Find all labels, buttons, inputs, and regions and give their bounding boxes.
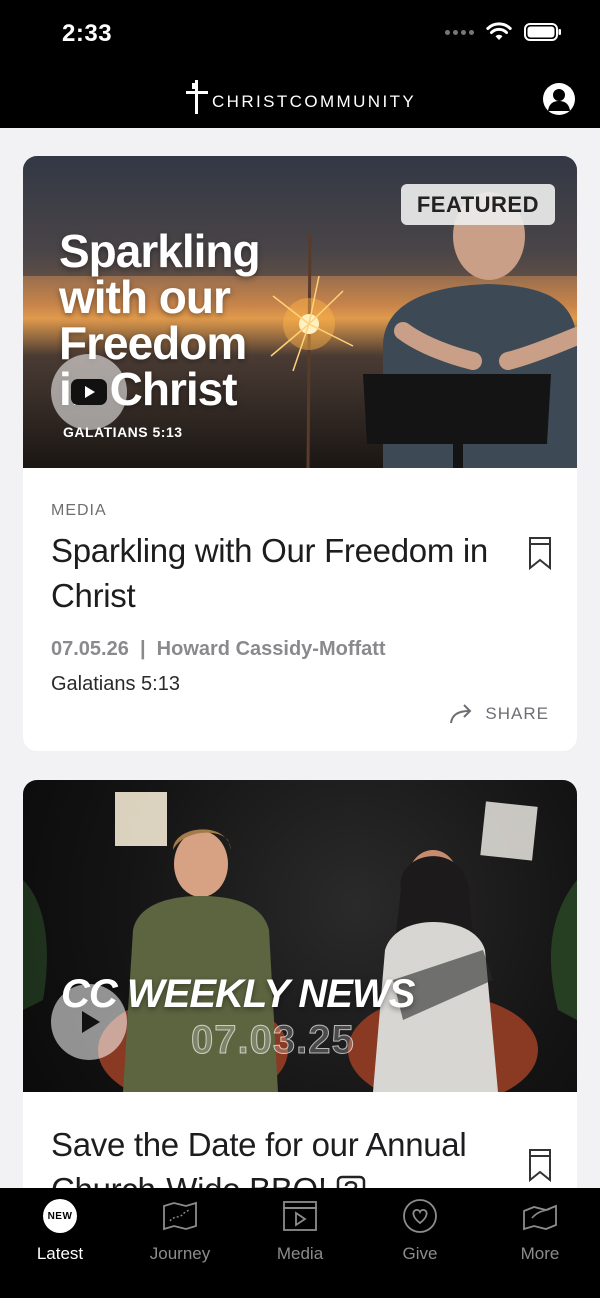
status-icons <box>445 22 562 42</box>
card-scripture: Galatians 5:13 <box>51 673 180 695</box>
tab-more[interactable]: More <box>480 1188 600 1298</box>
share-arrow-icon <box>450 704 472 724</box>
card-title[interactable]: Save the Date for our Annual Church-Wide… <box>51 1122 541 1188</box>
status-bar: 2:33 <box>0 0 600 70</box>
tab-latest[interactable]: NEW Latest <box>0 1188 120 1298</box>
cross-logo-icon <box>186 80 208 114</box>
play-icon <box>82 1011 100 1033</box>
news-thumbnail[interactable]: CC WEEKLY NEWS 07.03.25 <box>23 780 577 1092</box>
featured-badge: FEATURED <box>400 184 555 225</box>
battery-icon <box>524 23 561 41</box>
church-logo[interactable]: CHRISTCOMMUNITY <box>186 80 416 114</box>
card-title[interactable]: Sparkling with Our Freedom in Christ <box>51 528 541 618</box>
profile-button[interactable] <box>543 83 575 115</box>
news-art-date: 07.03.25 <box>191 1018 355 1063</box>
map-icon <box>162 1196 198 1236</box>
status-time: 2:33 <box>62 20 113 47</box>
featured-media-card[interactable]: Sparkling with our Freedom in Christ GAL… <box>23 156 577 751</box>
share-label: SHARE <box>485 704 549 723</box>
sermon-thumbnail[interactable]: Sparkling with our Freedom in Christ GAL… <box>23 156 577 468</box>
bookmark-icon <box>529 1149 551 1183</box>
tab-give[interactable]: Give <box>360 1188 480 1298</box>
more-map-icon <box>522 1196 558 1236</box>
card-body: MEDIA Sparkling with Our Freedom in Chri… <box>23 502 577 696</box>
bottom-tab-bar: NEW Latest Journey Media Give More <box>0 1188 600 1298</box>
new-badge-icon: NEW <box>43 1196 77 1236</box>
share-button[interactable]: SHARE <box>449 703 549 725</box>
news-card[interactable]: CC WEEKLY NEWS 07.03.25 Save the Date fo… <box>23 780 577 1188</box>
tab-label: Media <box>276 1244 324 1263</box>
question-mark-icon <box>336 1175 365 1188</box>
user-avatar-icon <box>548 89 570 111</box>
art-title-line: with our <box>59 271 231 323</box>
bookmark-button[interactable] <box>527 536 553 575</box>
tab-label: Journey <box>149 1244 211 1263</box>
app-header: CHRISTCOMMUNITY <box>0 70 600 128</box>
video-player-icon <box>282 1196 318 1236</box>
signal-icon <box>445 29 474 35</box>
tab-journey[interactable]: Journey <box>120 1188 240 1298</box>
new-badge: NEW <box>43 1199 77 1233</box>
card-body: Save the Date for our Annual Church-Wide… <box>23 1122 577 1188</box>
content-feed[interactable]: Sparkling with our Freedom in Christ GAL… <box>0 128 600 1188</box>
tab-label: Give <box>402 1244 438 1263</box>
youtube-play-icon <box>71 379 107 405</box>
card-category: MEDIA <box>51 502 107 519</box>
bookmark-icon <box>529 537 551 571</box>
art-title-line: Sparkling <box>59 225 261 277</box>
wifi-icon <box>486 22 512 40</box>
heart-circle-icon <box>402 1196 438 1236</box>
logo-text: CHRISTCOMMUNITY <box>212 92 417 111</box>
card-date-author: 07.05.26 | Howard Cassidy-Moffatt <box>51 638 386 660</box>
bookmark-button[interactable] <box>527 1148 553 1187</box>
tab-label: More <box>520 1244 560 1263</box>
card-title-text: Save the Date for our Annual Church-Wide… <box>51 1126 467 1188</box>
play-button[interactable] <box>51 354 127 430</box>
play-button[interactable] <box>51 984 127 1060</box>
tab-media[interactable]: Media <box>240 1188 360 1298</box>
tab-label: Latest <box>36 1244 84 1263</box>
